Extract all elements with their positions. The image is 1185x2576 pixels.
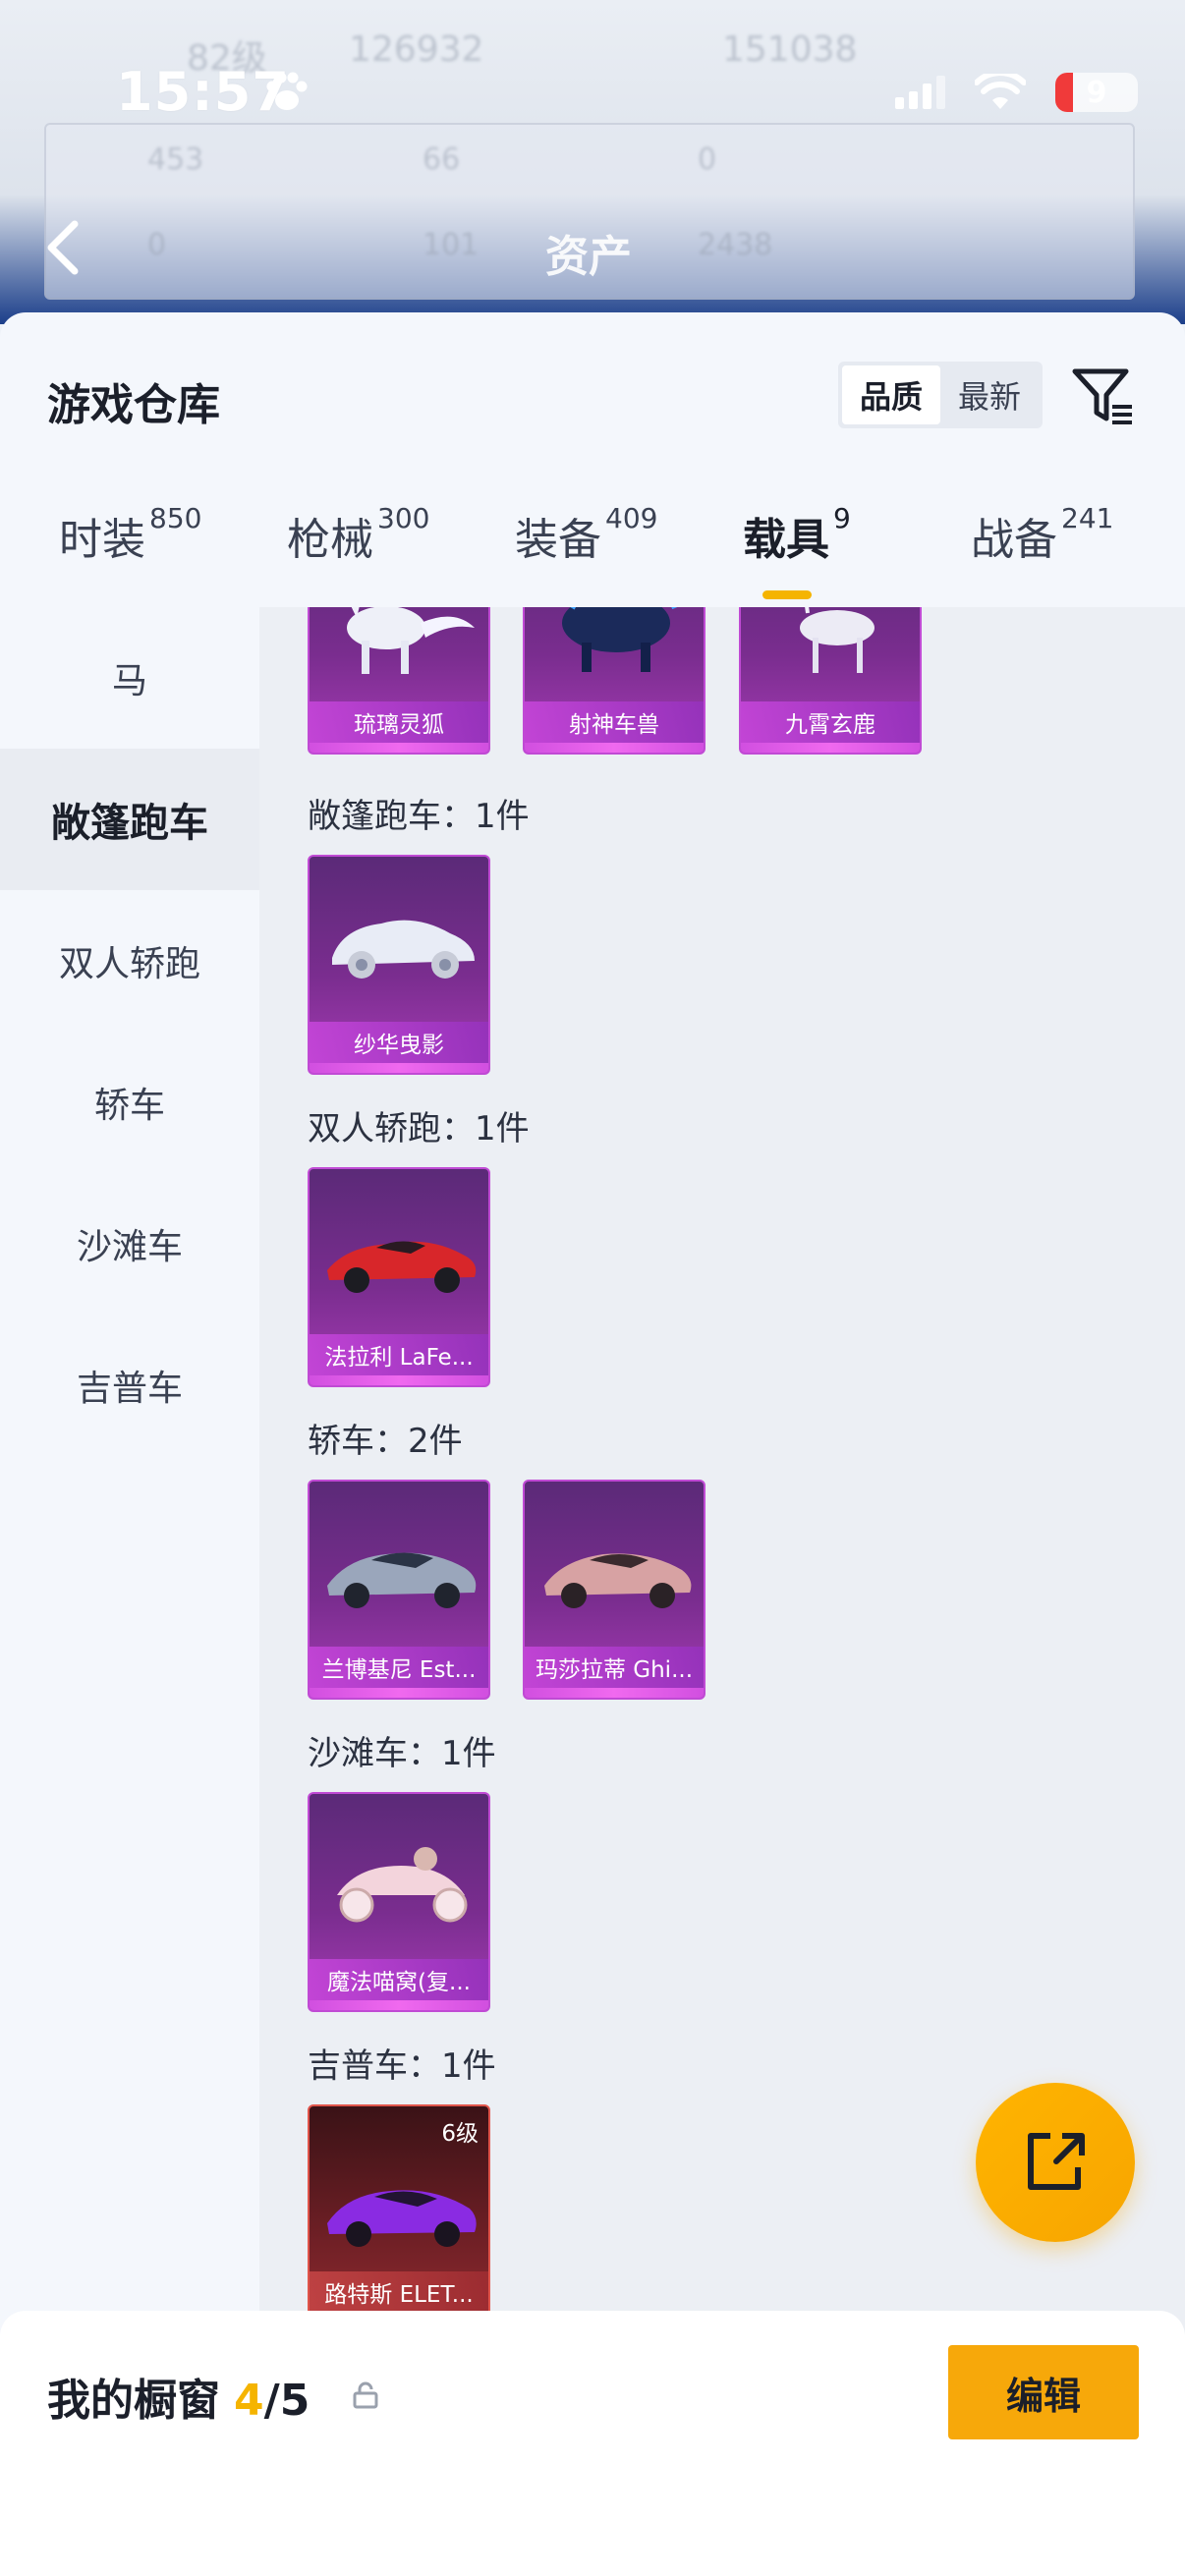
blue-beast-icon bbox=[562, 607, 678, 672]
lock-icon bbox=[353, 2381, 378, 2409]
item-card[interactable]: 射神车兽 bbox=[523, 607, 705, 755]
tab-count: 300 bbox=[377, 502, 430, 534]
sort-toggle: 品质 最新 bbox=[838, 362, 1043, 428]
tab-count: 409 bbox=[605, 502, 658, 534]
share-button[interactable] bbox=[976, 2083, 1135, 2242]
back-arrow-icon[interactable] bbox=[43, 218, 83, 277]
category-coupe[interactable]: 双人轿跑 bbox=[0, 890, 259, 1032]
item-name: 路特斯 ELET... bbox=[324, 2282, 474, 2308]
group-label: 沙滩车：1件 bbox=[308, 1734, 496, 1773]
item-name: 九霄玄鹿 bbox=[785, 712, 875, 738]
category-sidebar: 马 敞篷跑车 双人轿跑 轿车 沙滩车 吉普车 bbox=[0, 607, 259, 2576]
tab-label: 枪械 bbox=[287, 515, 373, 565]
item-name: 玛莎拉蒂 Ghi... bbox=[535, 1657, 694, 1683]
item-name: 魔法喵窝(复... bbox=[327, 1970, 471, 1995]
item-grid: 琉璃灵狐 射神车兽 九霄玄鹿 敞篷跑车：1件 纱华曳影 双人轿跑：1件 法拉利 … bbox=[259, 607, 1185, 2576]
tab-label: 战备 bbox=[971, 515, 1057, 565]
item-card[interactable]: 琉璃灵狐 bbox=[308, 607, 490, 755]
showcase-total: /5 bbox=[263, 2376, 310, 2426]
item-card[interactable]: 法拉利 LaFe... bbox=[308, 1167, 490, 1387]
paw-icon bbox=[266, 72, 308, 110]
background-app-layer: 82级 126932 151038 453 66 0 0 101 2438 15… bbox=[0, 0, 1185, 324]
item-name: 兰博基尼 Est... bbox=[321, 1657, 477, 1683]
sheet-title: 游戏仓库 bbox=[47, 380, 220, 430]
signal-icon bbox=[895, 76, 945, 109]
edit-button[interactable]: 编辑 bbox=[948, 2345, 1139, 2439]
bg-stat-text: 453 bbox=[147, 142, 204, 177]
red-sports-car-icon bbox=[327, 1241, 477, 1293]
category-horse[interactable]: 马 bbox=[0, 607, 259, 749]
tab-count: 850 bbox=[149, 502, 202, 534]
item-name: 法拉利 LaFe... bbox=[324, 1345, 474, 1371]
active-tab-indicator bbox=[762, 590, 812, 599]
purple-suv-icon bbox=[327, 2190, 477, 2247]
pink-buggy-icon bbox=[337, 1847, 468, 1923]
tab-label: 装备 bbox=[515, 515, 601, 565]
tab-label: 时装 bbox=[59, 515, 145, 565]
item-card[interactable]: 魔法喵窝(复... bbox=[308, 1792, 490, 2012]
battery-icon: 9 bbox=[1055, 73, 1138, 112]
group-label: 吉普车：1件 bbox=[308, 2046, 496, 2086]
tab-equipment[interactable]: 装备 409 bbox=[515, 502, 658, 567]
tab-gear[interactable]: 战备 241 bbox=[971, 502, 1114, 567]
item-name: 琉璃灵狐 bbox=[354, 712, 444, 738]
sort-newest-button[interactable]: 最新 bbox=[940, 365, 1039, 424]
battery-level: 9 bbox=[1086, 75, 1107, 110]
item-name: 射神车兽 bbox=[569, 712, 659, 738]
white-deer-icon bbox=[800, 607, 875, 673]
bg-stat-text: 0 bbox=[147, 228, 167, 262]
item-card[interactable]: 6级 路特斯 ELET... bbox=[308, 2104, 490, 2324]
white-classic-car-icon bbox=[332, 920, 475, 979]
white-fox-icon bbox=[347, 607, 475, 674]
showcase-label: 我的橱窗 bbox=[47, 2376, 220, 2426]
category-sedan[interactable]: 轿车 bbox=[0, 1032, 259, 1173]
tab-count: 241 bbox=[1061, 502, 1114, 534]
tab-guns[interactable]: 枪械 300 bbox=[287, 502, 430, 567]
bg-stat-text: 66 bbox=[423, 142, 461, 177]
category-buggy[interactable]: 沙滩车 bbox=[0, 1173, 259, 1315]
category-tabs: 时装 850 枪械 300 装备 409 载具 9 战备 241 bbox=[0, 502, 1185, 617]
group-label: 轿车：2件 bbox=[308, 1422, 463, 1461]
bg-score2-text: 151038 bbox=[722, 29, 858, 70]
tab-vehicles[interactable]: 载具 9 bbox=[743, 502, 851, 567]
background-title: 资产 bbox=[545, 232, 632, 282]
sort-quality-button[interactable]: 品质 bbox=[842, 365, 940, 424]
pink-sedan-icon bbox=[544, 1553, 692, 1608]
bg-stat-text: 2438 bbox=[698, 228, 773, 262]
tab-count: 9 bbox=[833, 502, 851, 534]
item-name: 纱华曳影 bbox=[354, 1033, 444, 1058]
warehouse-sheet: 游戏仓库 品质 最新 时装 850 枪械 300 装备 409 载具 9 战备 … bbox=[0, 312, 1185, 2576]
showcase-title: 我的橱窗 4/5 bbox=[47, 2365, 310, 2428]
item-card[interactable]: 玛莎拉蒂 Ghi... bbox=[523, 1480, 705, 1700]
item-card[interactable]: 九霄玄鹿 bbox=[739, 607, 922, 755]
status-icons: 9 bbox=[895, 73, 1138, 112]
bg-stat-text: 101 bbox=[423, 228, 480, 262]
bg-stat-text: 0 bbox=[698, 142, 717, 177]
item-card[interactable]: 兰博基尼 Est... bbox=[308, 1480, 490, 1700]
group-label: 敞篷跑车：1件 bbox=[308, 797, 530, 836]
group-label: 双人轿跑：1件 bbox=[308, 1109, 530, 1148]
item-card[interactable]: 纱华曳影 bbox=[308, 855, 490, 1075]
silver-sedan-icon bbox=[327, 1552, 477, 1608]
category-convertible[interactable]: 敞篷跑车 bbox=[0, 749, 259, 890]
tab-label: 载具 bbox=[743, 515, 829, 565]
showcase-bar: 我的橱窗 4/5 编辑 bbox=[0, 2311, 1185, 2576]
wifi-icon bbox=[975, 74, 1026, 109]
tab-fashion[interactable]: 时装 850 bbox=[59, 502, 202, 567]
filter-icon[interactable] bbox=[1069, 362, 1138, 430]
category-jeep[interactable]: 吉普车 bbox=[0, 1315, 259, 1456]
showcase-count: 4 bbox=[234, 2376, 264, 2426]
share-icon bbox=[1028, 2133, 1085, 2190]
bg-score-text: 126932 bbox=[349, 29, 484, 70]
